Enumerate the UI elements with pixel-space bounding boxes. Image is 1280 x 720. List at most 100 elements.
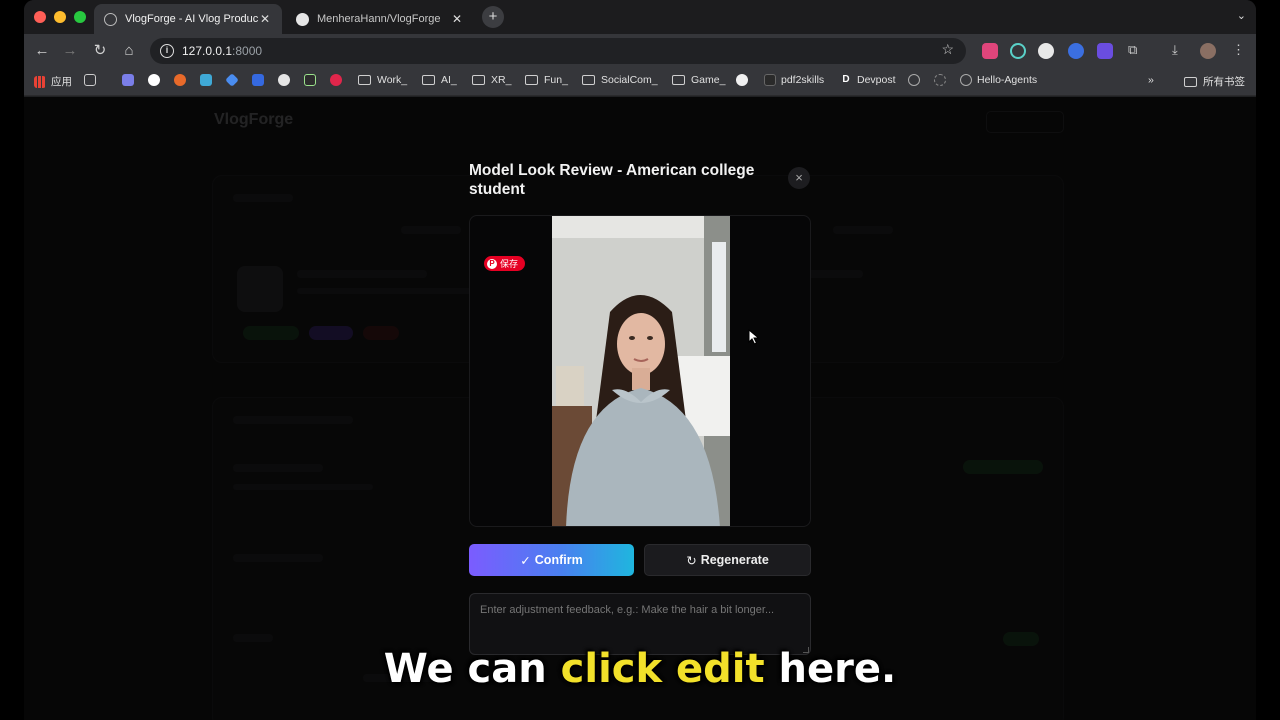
pinterest-save-button[interactable]: P 保存 — [484, 256, 526, 271]
folder-icon — [582, 75, 595, 85]
site-icon — [764, 74, 776, 86]
google-icon — [148, 74, 160, 86]
profile-avatar[interactable] — [1200, 43, 1216, 59]
close-icon[interactable]: × — [788, 167, 810, 189]
page-viewport: VlogForge Model Look Review - American c… — [24, 97, 1256, 720]
tab-github[interactable]: MenheraHann/VlogForge ✕ — [286, 4, 474, 34]
caption-highlight: click edit — [560, 646, 765, 692]
globe-icon — [104, 12, 117, 26]
site-icon — [122, 74, 134, 86]
bookmark-site-4[interactable] — [304, 74, 321, 86]
tab-title: VlogForge - AI Vlog Product V — [125, 13, 258, 25]
bookmark-site-2[interactable] — [174, 74, 191, 86]
bookmark-star-icon[interactable]: ☆ — [941, 41, 954, 58]
folder-icon — [672, 75, 685, 85]
docs-icon — [252, 74, 264, 86]
bookmark-folder-socialcom[interactable]: SocialCom_ — [582, 74, 658, 86]
site-icon — [200, 74, 212, 86]
address-url: 127.0.0.1:8000 — [182, 44, 263, 58]
translate-extension-icon[interactable] — [982, 43, 998, 59]
reload-icon[interactable]: ↻ — [90, 41, 110, 61]
tab-search-chevron-icon[interactable]: ⌄ — [1237, 9, 1246, 22]
refresh-icon: ↻ — [686, 553, 697, 568]
close-window-button[interactable] — [34, 11, 46, 23]
bookmark-pdf2skills[interactable]: pdf2skills — [764, 74, 824, 86]
new-tab-button[interactable]: + — [482, 6, 504, 28]
globe-icon — [908, 74, 920, 86]
close-tab-icon[interactable]: ✕ — [450, 12, 464, 26]
pin-save-label: 保存 — [500, 259, 519, 269]
confirm-label: Confirm — [534, 553, 583, 567]
bookmark-apps[interactable]: 应用 — [34, 74, 72, 89]
bookmark-folder-fun[interactable]: Fun_ — [525, 74, 568, 86]
site-icon — [174, 74, 186, 86]
browser-window: VlogForge - AI Vlog Product V ✕ MenheraH… — [24, 0, 1256, 720]
bookmark-gemini[interactable] — [225, 73, 243, 87]
regenerate-label: Regenerate — [700, 553, 769, 567]
folder-icon — [1184, 76, 1197, 87]
tab-groups-icon[interactable] — [84, 74, 101, 86]
triangle-icon — [736, 74, 748, 86]
confirm-button[interactable]: ✓ Confirm — [469, 544, 634, 576]
bookmark-site-5[interactable] — [330, 74, 347, 86]
globe-icon — [960, 74, 972, 86]
bookmark-google[interactable] — [148, 74, 165, 86]
bookmark-folder-ai[interactable]: AI_ — [422, 74, 457, 86]
more-bookmarks-chevron-icon[interactable]: » — [1148, 74, 1154, 86]
site-info-icon[interactable]: i — [160, 44, 174, 58]
home-icon[interactable]: ⌂ — [119, 41, 139, 61]
minimize-window-button[interactable] — [54, 11, 66, 23]
openai-icon — [278, 74, 290, 86]
bookmark-folder-game[interactable]: Game_ — [672, 74, 725, 86]
folder-icon — [472, 75, 485, 85]
tab-title: MenheraHann/VlogForge — [317, 13, 441, 25]
pinterest-icon: P — [487, 258, 497, 269]
bookmark-devpost[interactable]: D Devpost — [840, 74, 895, 86]
model-photo — [552, 216, 730, 526]
blue-extension-icon[interactable] — [1068, 43, 1084, 59]
bookmark-globe-1[interactable] — [908, 74, 925, 86]
more-menu-icon[interactable]: ⋮ — [1232, 42, 1245, 58]
tab-strip: VlogForge - AI Vlog Product V ✕ MenheraH… — [24, 0, 1256, 34]
tab-vlogforge[interactable]: VlogForge - AI Vlog Product V ✕ — [94, 4, 282, 34]
mouse-pointer-icon — [748, 329, 760, 345]
bookmark-openai[interactable] — [278, 74, 295, 86]
extensions-puzzle-icon[interactable]: ⧉ — [1128, 42, 1137, 58]
video-caption: We can click edit here. — [383, 646, 897, 692]
regenerate-button[interactable]: ↻ Regenerate — [644, 544, 811, 576]
bookmark-site-6[interactable] — [736, 74, 753, 86]
download-extension-icon[interactable] — [1038, 43, 1054, 59]
folder-icon — [358, 75, 371, 85]
downloads-icon[interactable]: ⤓ — [1172, 42, 1178, 58]
maximize-window-button[interactable] — [74, 11, 86, 23]
check-icon: ✓ — [520, 553, 531, 568]
bookmark-docs[interactable] — [252, 74, 269, 86]
circle-extension-icon[interactable] — [1010, 43, 1026, 59]
address-bar[interactable]: i 127.0.0.1:8000 ☆ — [150, 38, 966, 64]
apps-grid-icon — [34, 75, 46, 88]
modal-title: Model Look Review - American college stu… — [469, 162, 755, 198]
bookmark-site-1[interactable] — [122, 74, 139, 86]
forward-arrow-icon[interactable]: → — [60, 41, 80, 61]
bookmark-all[interactable]: 所有书签 — [1184, 74, 1245, 89]
model-image-frame: P 保存 — [469, 215, 811, 527]
devpost-icon: D — [842, 74, 850, 85]
back-arrow-icon[interactable]: ← — [32, 41, 52, 61]
grid-icon — [84, 74, 96, 86]
bookmark-site-3[interactable] — [200, 74, 217, 86]
bookmarks-bar: 应用 Work_ AI_ XR_ Fun_ SocialCom_ Game_ p… — [24, 68, 1256, 96]
bookmark-gear[interactable] — [934, 74, 951, 86]
site-icon — [330, 74, 342, 86]
folder-icon — [525, 75, 538, 85]
bookmark-hello-agents[interactable]: Hello-Agents — [960, 74, 1037, 86]
bookmark-folder-work[interactable]: Work_ — [358, 74, 407, 86]
github-icon — [296, 12, 309, 26]
folder-icon — [422, 75, 435, 85]
gear-icon — [934, 74, 946, 86]
gemini-icon — [225, 73, 239, 87]
browser-toolbar: ← → ↻ ⌂ i 127.0.0.1:8000 ☆ ⧉ ⤓ ⋮ — [24, 34, 1256, 68]
close-tab-icon[interactable]: ✕ — [258, 12, 272, 26]
bookmark-folder-xr[interactable]: XR_ — [472, 74, 511, 86]
site-icon — [304, 74, 316, 86]
purple-extension-icon[interactable] — [1097, 43, 1113, 59]
